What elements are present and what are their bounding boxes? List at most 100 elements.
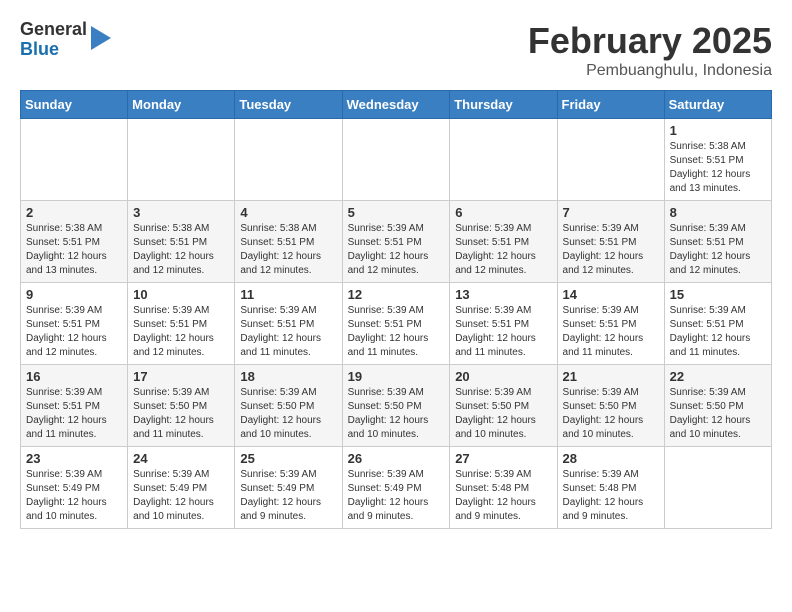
day-number: 27 [455,451,551,466]
calendar-cell: 13 Sunrise: 5:39 AM Sunset: 5:51 PM Dayli… [450,283,557,365]
day-number: 4 [240,205,336,220]
day-number: 17 [133,369,229,384]
day-info: Sunrise: 5:39 AM Sunset: 5:51 PM Dayligh… [670,222,766,278]
day-info: Sunrise: 5:39 AM Sunset: 5:51 PM Dayligh… [26,386,122,442]
calendar-weekday-monday: Monday [128,91,235,119]
calendar-cell [128,119,235,201]
calendar-cell: 4 Sunrise: 5:38 AM Sunset: 5:51 PM Daylig… [235,201,342,283]
calendar-cell: 10 Sunrise: 5:39 AM Sunset: 5:51 PM Dayli… [128,283,235,365]
calendar-cell: 17 Sunrise: 5:39 AM Sunset: 5:50 PM Dayli… [128,365,235,447]
day-info: Sunrise: 5:39 AM Sunset: 5:49 PM Dayligh… [348,468,445,524]
day-info: Sunrise: 5:39 AM Sunset: 5:51 PM Dayligh… [455,222,551,278]
day-info: Sunrise: 5:39 AM Sunset: 5:50 PM Dayligh… [133,386,229,442]
day-number: 15 [670,287,766,302]
calendar-cell: 11Sunrise: 5:39 AM Sunset: 5:51 PM Dayli… [235,283,342,365]
calendar-cell: 26 Sunrise: 5:39 AM Sunset: 5:49 PM Dayli… [342,447,450,529]
day-number: 28 [563,451,659,466]
calendar-cell: 23Sunrise: 5:39 AM Sunset: 5:49 PM Dayli… [21,447,128,529]
day-number: 8 [670,205,766,220]
day-number: 7 [563,205,659,220]
logo-icon [91,26,111,50]
day-info: Sunrise: 5:39 AM Sunset: 5:51 PM Dayligh… [133,304,229,360]
day-info: Sunrise: 5:39 AM Sunset: 5:51 PM Dayligh… [563,222,659,278]
day-info: Sunrise: 5:39 AM Sunset: 5:50 PM Dayligh… [563,386,659,442]
day-info: Sunrise: 5:39 AM Sunset: 5:48 PM Dayligh… [455,468,551,524]
day-number: 11 [240,287,336,302]
calendar-cell: 3 Sunrise: 5:38 AM Sunset: 5:51 PM Daylig… [128,201,235,283]
calendar-weekday-thursday: Thursday [450,91,557,119]
day-number: 2 [26,205,122,220]
calendar-header-row: SundayMondayTuesdayWednesdayThursdayFrid… [21,91,772,119]
day-info: Sunrise: 5:39 AM Sunset: 5:51 PM Dayligh… [348,304,445,360]
day-number: 25 [240,451,336,466]
day-number: 26 [348,451,445,466]
day-info: Sunrise: 5:39 AM Sunset: 5:51 PM Dayligh… [26,304,122,360]
calendar-cell: 21 Sunrise: 5:39 AM Sunset: 5:50 PM Dayli… [557,365,664,447]
day-number: 12 [348,287,445,302]
calendar-cell: 25Sunrise: 5:39 AM Sunset: 5:49 PM Dayli… [235,447,342,529]
day-number: 18 [240,369,336,384]
day-number: 22 [670,369,766,384]
day-number: 21 [563,369,659,384]
day-info: Sunrise: 5:39 AM Sunset: 5:48 PM Dayligh… [563,468,659,524]
day-info: Sunrise: 5:38 AM Sunset: 5:51 PM Dayligh… [670,140,766,196]
location: Pembuanghulu, Indonesia [528,62,772,80]
day-info: Sunrise: 5:39 AM Sunset: 5:50 PM Dayligh… [670,386,766,442]
calendar-cell: 18 Sunrise: 5:39 AM Sunset: 5:50 PM Dayli… [235,365,342,447]
calendar-weekday-tuesday: Tuesday [235,91,342,119]
calendar-cell: 2 Sunrise: 5:38 AM Sunset: 5:51 PM Daylig… [21,201,128,283]
day-number: 1 [670,123,766,138]
calendar-cell: 24 Sunrise: 5:39 AM Sunset: 5:49 PM Dayli… [128,447,235,529]
calendar-cell [342,119,450,201]
calendar-week-row: 1 Sunrise: 5:38 AM Sunset: 5:51 PM Daylig… [21,119,772,201]
calendar-cell: 12 Sunrise: 5:39 AM Sunset: 5:51 PM Dayli… [342,283,450,365]
day-info: Sunrise: 5:39 AM Sunset: 5:49 PM Dayligh… [26,468,122,524]
calendar-cell: 7 Sunrise: 5:39 AM Sunset: 5:51 PM Daylig… [557,201,664,283]
calendar-cell: 22 Sunrise: 5:39 AM Sunset: 5:50 PM Dayli… [664,365,771,447]
day-info: Sunrise: 5:39 AM Sunset: 5:50 PM Dayligh… [240,386,336,442]
day-number: 16 [26,369,122,384]
calendar-cell: 28 Sunrise: 5:39 AM Sunset: 5:48 PM Dayli… [557,447,664,529]
calendar-cell: 19 Sunrise: 5:39 AM Sunset: 5:50 PM Dayli… [342,365,450,447]
day-number: 10 [133,287,229,302]
logo-blue: Blue [20,40,87,60]
calendar-cell: 1 Sunrise: 5:38 AM Sunset: 5:51 PM Daylig… [664,119,771,201]
day-number: 13 [455,287,551,302]
calendar-week-row: 16 Sunrise: 5:39 AM Sunset: 5:51 PM Dayli… [21,365,772,447]
day-number: 3 [133,205,229,220]
calendar-weekday-friday: Friday [557,91,664,119]
calendar-cell [235,119,342,201]
day-number: 9 [26,287,122,302]
day-info: Sunrise: 5:39 AM Sunset: 5:51 PM Dayligh… [455,304,551,360]
logo-general: General [20,20,87,40]
day-info: Sunrise: 5:39 AM Sunset: 5:51 PM Dayligh… [563,304,659,360]
logo-text: General Blue [20,20,87,60]
day-number: 14 [563,287,659,302]
page-header: General Blue February 2025 Pembuanghulu,… [20,20,772,80]
calendar-cell [664,447,771,529]
day-info: Sunrise: 5:39 AM Sunset: 5:49 PM Dayligh… [133,468,229,524]
day-info: Sunrise: 5:39 AM Sunset: 5:50 PM Dayligh… [348,386,445,442]
day-info: Sunrise: 5:39 AM Sunset: 5:51 PM Dayligh… [348,222,445,278]
day-number: 20 [455,369,551,384]
day-number: 24 [133,451,229,466]
calendar-week-row: 23Sunrise: 5:39 AM Sunset: 5:49 PM Dayli… [21,447,772,529]
calendar-weekday-saturday: Saturday [664,91,771,119]
calendar-week-row: 2 Sunrise: 5:38 AM Sunset: 5:51 PM Daylig… [21,201,772,283]
calendar-cell: 6Sunrise: 5:39 AM Sunset: 5:51 PM Daylig… [450,201,557,283]
calendar-cell: 9 Sunrise: 5:39 AM Sunset: 5:51 PM Daylig… [21,283,128,365]
calendar-cell [21,119,128,201]
day-info: Sunrise: 5:38 AM Sunset: 5:51 PM Dayligh… [240,222,336,278]
day-info: Sunrise: 5:38 AM Sunset: 5:51 PM Dayligh… [26,222,122,278]
calendar-week-row: 9 Sunrise: 5:39 AM Sunset: 5:51 PM Daylig… [21,283,772,365]
calendar-weekday-sunday: Sunday [21,91,128,119]
calendar-cell: 15Sunrise: 5:39 AM Sunset: 5:51 PM Dayli… [664,283,771,365]
day-number: 5 [348,205,445,220]
calendar-cell: 20Sunrise: 5:39 AM Sunset: 5:50 PM Dayli… [450,365,557,447]
logo: General Blue [20,20,111,60]
calendar-cell: 14 Sunrise: 5:39 AM Sunset: 5:51 PM Dayli… [557,283,664,365]
day-number: 19 [348,369,445,384]
day-info: Sunrise: 5:38 AM Sunset: 5:51 PM Dayligh… [133,222,229,278]
calendar-cell: 8 Sunrise: 5:39 AM Sunset: 5:51 PM Daylig… [664,201,771,283]
calendar-table: SundayMondayTuesdayWednesdayThursdayFrid… [20,90,772,529]
